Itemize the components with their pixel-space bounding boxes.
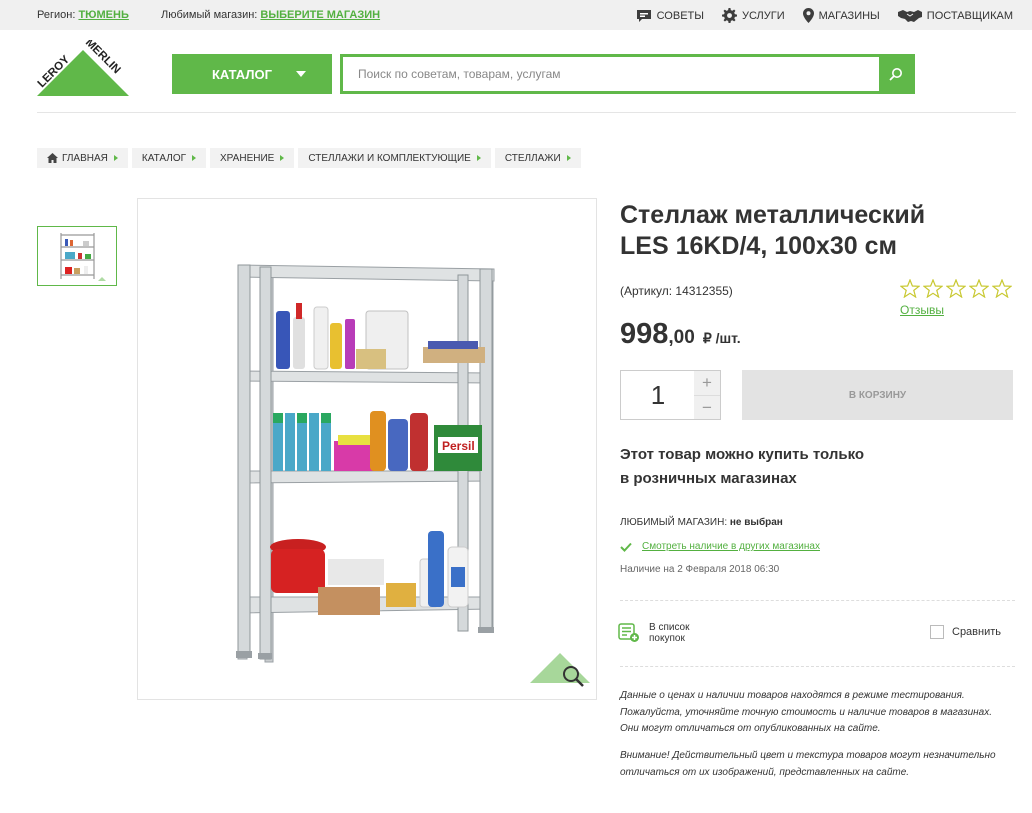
quantity-plus-button[interactable]: +	[694, 371, 720, 395]
breadcrumb-catalog[interactable]: КАТАЛОГ	[131, 148, 207, 168]
product-sku: (Артикул: 14312355)	[620, 284, 733, 298]
region-label: Регион:	[37, 9, 76, 21]
breadcrumb-label: ХРАНЕНИЕ	[220, 152, 275, 164]
star-icon[interactable]	[946, 279, 966, 298]
region-link[interactable]: ТЮМЕНЬ	[78, 9, 128, 21]
chat-icon	[636, 9, 651, 22]
fav-store-label: ЛЮБИМЫЙ МАГАЗИН:	[620, 517, 728, 528]
divider	[620, 666, 1015, 667]
fav-store-value: не выбран	[729, 517, 783, 528]
star-icon[interactable]	[923, 279, 943, 298]
svg-text:Persil: Persil	[442, 439, 475, 453]
search-button[interactable]	[879, 57, 912, 91]
price-disclaimer: Данные о ценах и наличии товаров находят…	[620, 690, 993, 734]
top-link-label: Поставщикам	[926, 9, 1013, 22]
price-unit: ₽ /шт.	[702, 330, 741, 346]
top-link-services[interactable]: Услуги	[721, 8, 785, 23]
search-bar	[340, 54, 915, 94]
breadcrumb-racks-accessories[interactable]: СТЕЛЛАЖИ И КОМПЛЕКТУЮЩИЕ	[298, 148, 491, 168]
header-divider	[37, 112, 1016, 113]
divider	[620, 600, 1015, 601]
add-to-shopping-list-button[interactable]: В список покупок	[618, 622, 690, 644]
note-line1: Этот товар можно купить только	[620, 446, 865, 463]
top-link-label: Советы	[656, 9, 704, 22]
chevron-right-icon	[113, 155, 118, 161]
map-pin-icon	[802, 8, 814, 23]
checkmark-icon	[620, 542, 632, 552]
chevron-down-icon	[296, 71, 306, 77]
breadcrumb-storage[interactable]: ХРАНЕНИЕ	[210, 148, 295, 168]
gear-icon	[721, 8, 737, 23]
chevron-right-icon	[192, 155, 197, 161]
top-link-suppliers[interactable]: Поставщикам	[897, 8, 1013, 23]
handshake-icon	[897, 9, 922, 22]
product-thumbnail[interactable]	[37, 226, 117, 286]
region-selector: Регион: ТЮМЕНЬ	[37, 9, 129, 21]
reviews-link[interactable]: Отзывы	[900, 303, 944, 317]
favorite-store-selector: Любимый магазин: ВЫБЕРИТЕ МАГАЗИН	[161, 9, 380, 21]
check-other-stores-link[interactable]: Смотреть наличие в других магазинах	[642, 541, 820, 552]
price-whole: 998	[620, 318, 669, 350]
compare-label: Сравнить	[952, 626, 1002, 638]
breadcrumb-label: КАТАЛОГ	[141, 152, 187, 164]
search-input[interactable]	[343, 57, 879, 91]
breadcrumb-label: ГЛАВНАЯ	[62, 152, 108, 164]
top-link-label: Магазины	[818, 9, 880, 22]
product-price: 998,00 ₽ /шт.	[620, 318, 741, 351]
shopping-list-line2: покупок	[649, 633, 685, 644]
availability-date: Наличие на 2 Февраля 2018 06:30	[620, 564, 780, 575]
top-link-stores[interactable]: Магазины	[802, 8, 880, 23]
quantity-minus-button[interactable]: −	[694, 395, 720, 419]
catalog-label: КАТАЛОГ	[212, 66, 272, 82]
shopping-list-line1: В список	[649, 622, 690, 633]
catalog-button[interactable]: КАТАЛОГ	[172, 54, 332, 94]
quantity-input[interactable]: 1	[621, 371, 695, 419]
top-link-tips[interactable]: Советы	[636, 8, 704, 23]
note-line2: в розничных магазинах	[620, 470, 797, 487]
breadcrumb-label: СТЕЛЛАЖИ	[504, 152, 561, 164]
check-availability: Смотреть наличие в других магазинах	[620, 541, 820, 552]
product-title-line1: Стеллаж металлический	[620, 201, 926, 229]
color-disclaimer: Внимание! Действительный цвет и текстура…	[620, 750, 996, 778]
shopping-list-label: В список покупок	[649, 622, 690, 644]
compare-toggle[interactable]: Сравнить	[930, 625, 1001, 639]
top-link-label: Услуги	[741, 9, 785, 22]
compare-checkbox[interactable]	[930, 625, 944, 639]
rating-stars[interactable]	[900, 279, 1012, 298]
breadcrumb-home[interactable]: ГЛАВНАЯ	[37, 148, 128, 168]
home-icon	[47, 153, 58, 163]
favorite-store-status: ЛЮБИМЫЙ МАГАЗИН: не выбран	[620, 517, 783, 528]
chevron-right-icon	[476, 155, 481, 161]
search-icon	[888, 68, 902, 81]
price-cents: ,00	[668, 327, 695, 348]
shopping-list-icon	[618, 623, 639, 642]
chevron-right-icon	[280, 155, 285, 161]
top-links: Советы Услуги Магазины Поставщикам	[636, 8, 1013, 23]
product-main-image[interactable]: Persil LEROY MERLIN	[137, 198, 597, 700]
product-title-line2: LES 16KD/4, 100x30 см	[620, 232, 897, 260]
breadcrumb-label: СТЕЛЛАЖИ И КОМПЛЕКТУЮЩИЕ	[308, 152, 471, 164]
add-to-cart-button[interactable]: В КОРЗИНУ	[742, 370, 1013, 420]
product-title: Стеллаж металлический LES 16KD/4, 100x30…	[620, 200, 1000, 262]
quantity-stepper: 1 + −	[620, 370, 721, 420]
chevron-right-icon	[566, 155, 571, 161]
star-icon[interactable]	[900, 279, 920, 298]
star-icon[interactable]	[969, 279, 989, 298]
fav-store-label: Любимый магазин:	[161, 9, 258, 21]
star-icon[interactable]	[992, 279, 1012, 298]
top-bar: Регион: ТЮМЕНЬ Любимый магазин: ВЫБЕРИТЕ…	[0, 0, 1032, 30]
breadcrumb-racks[interactable]: СТЕЛЛАЖИ	[494, 148, 581, 168]
choose-store-link[interactable]: ВЫБЕРИТЕ МАГАЗИН	[260, 9, 380, 21]
retail-only-note: Этот товар можно купить только в розничн…	[620, 443, 920, 491]
breadcrumb: ГЛАВНАЯ КАТАЛОГ ХРАНЕНИЕ СТЕЛЛАЖИ И КОМП…	[37, 148, 581, 168]
leroy-merlin-logo[interactable]: LEROY MERLIN	[36, 37, 129, 96]
